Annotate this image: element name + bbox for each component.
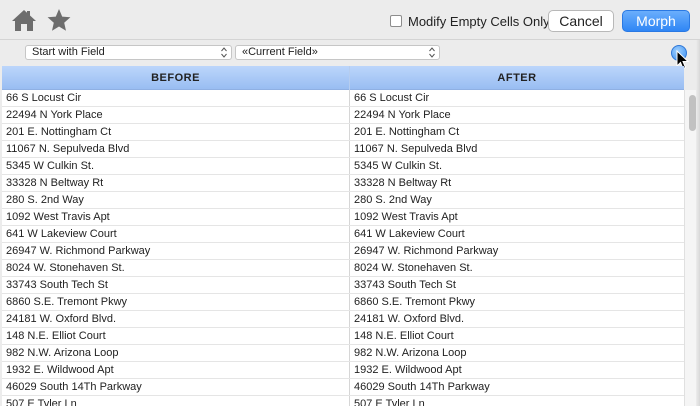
table-row[interactable]: 5345 W Culkin St. 5345 W Culkin St. [2,158,684,175]
target-field-select[interactable]: «Current Field» [235,45,440,60]
modify-empty-cells-checkbox[interactable]: Modify Empty Cells Only [390,13,550,29]
source-field-select[interactable]: Start with Field [25,45,232,60]
after-cell: 8024 W. Stonehaven St. [354,262,473,274]
after-cell: 22494 N York Place [354,109,451,121]
table-row[interactable]: 507 E Tyler Ln 507 E Tyler Ln [2,396,684,406]
before-cell: 280 S. 2nd Way [2,192,350,208]
target-field-value: «Current Field» [242,46,318,58]
before-cell: 201 E. Nottingham Ct [2,124,350,140]
field-selector-bar: Start with Field «Current Field» [0,40,700,64]
before-cell: 33743 South Tech St [2,277,350,293]
table-header: BEFORE AFTER [2,66,684,90]
after-cell: 33743 South Tech St [354,279,456,291]
after-cell: 6860 S.E. Tremont Pkwy [354,296,476,308]
table-row[interactable]: 11067 N. Sepulveda Blvd 11067 N. Sepulved… [2,141,684,158]
checkbox-label: Modify Empty Cells Only [408,13,550,29]
after-cell: 982 N.W. Arizona Loop [354,347,467,359]
table-row[interactable]: 641 W Lakeview Court 641 W Lakeview Court [2,226,684,243]
after-cell: 66 S Locust Cir [354,92,430,104]
before-cell: 46029 South 14Th Parkway [2,379,350,395]
after-cell: 33328 N Beltway Rt [354,177,452,189]
before-cell: 641 W Lakeview Court [2,226,350,242]
before-cell: 6860 S.E. Tremont Pkwy [2,294,350,310]
table-row[interactable]: 1932 E. Wildwood Apt 1932 E. Wildwood Apt [2,362,684,379]
morph-button[interactable]: Morph [622,10,690,32]
before-cell: 33328 N Beltway Rt [2,175,350,191]
table-row[interactable]: 280 S. 2nd Way 280 S. 2nd Way [2,192,684,209]
before-cell: 5345 W Culkin St. [2,158,350,174]
header-after[interactable]: AFTER [350,66,684,90]
checkbox-box[interactable] [390,15,402,27]
table-row[interactable]: 24181 W. Oxford Blvd. 24181 W. Oxford Blv… [2,311,684,328]
source-field-value: Start with Field [32,46,105,58]
table-row[interactable]: 33743 South Tech St 33743 South Tech St [2,277,684,294]
star-icon[interactable] [46,8,72,32]
home-icon[interactable] [11,8,37,32]
table-row[interactable]: 33328 N Beltway Rt 33328 N Beltway Rt [2,175,684,192]
toolbar: Modify Empty Cells Only Cancel Morph [0,0,700,40]
table-row[interactable]: 6860 S.E. Tremont Pkwy 6860 S.E. Tremont … [2,294,684,311]
table-row[interactable]: 66 S Locust Cir 66 S Locust Cir [2,90,684,107]
table-rows: 66 S Locust Cir 66 S Locust Cir 22494 N Y… [2,90,684,406]
after-cell: 46029 South 14Th Parkway [354,381,490,393]
before-cell: 982 N.W. Arizona Loop [2,345,350,361]
before-cell: 148 N.E. Elliot Court [2,328,350,344]
table-row[interactable]: 982 N.W. Arizona Loop 982 N.W. Arizona Lo… [2,345,684,362]
before-cell: 1932 E. Wildwood Apt [2,362,350,378]
before-cell: 8024 W. Stonehaven St. [2,260,350,276]
after-cell: 24181 W. Oxford Blvd. [354,313,465,325]
after-cell: 641 W Lakeview Court [354,228,465,240]
morph-preview-table: BEFORE AFTER 66 S Locust Cir 66 S Locust … [2,66,684,406]
before-cell: 507 E Tyler Ln [2,396,350,406]
table-row[interactable]: 1092 West Travis Apt 1092 West Travis Apt [2,209,684,226]
before-cell: 1092 West Travis Apt [2,209,350,225]
before-cell: 66 S Locust Cir [2,90,350,106]
after-cell: 1092 West Travis Apt [354,211,458,223]
chevron-updown-icon [221,47,227,58]
before-cell: 22494 N York Place [2,107,350,123]
after-cell: 201 E. Nottingham Ct [354,126,460,138]
after-cell: 5345 W Culkin St. [354,160,443,172]
after-cell: 148 N.E. Elliot Court [354,330,454,342]
window-edge [696,40,700,406]
table-row[interactable]: 22494 N York Place 22494 N York Place [2,107,684,124]
before-cell: 26947 W. Richmond Parkway [2,243,350,259]
after-cell: 280 S. 2nd Way [354,194,432,206]
header-before[interactable]: BEFORE [2,66,350,90]
table-row[interactable]: 46029 South 14Th Parkway 46029 South 14Th… [2,379,684,396]
after-cell: 507 E Tyler Ln [354,398,425,406]
before-cell: 11067 N. Sepulveda Blvd [2,141,350,157]
scrollbar-thumb[interactable] [689,95,696,131]
after-cell: 26947 W. Richmond Parkway [354,245,499,257]
table-row[interactable]: 201 E. Nottingham Ct 201 E. Nottingham Ct [2,124,684,141]
table-row[interactable]: 26947 W. Richmond Parkway 26947 W. Richmo… [2,243,684,260]
table-row[interactable]: 8024 W. Stonehaven St. 8024 W. Stonehaven… [2,260,684,277]
table-row[interactable]: 148 N.E. Elliot Court 148 N.E. Elliot Cou… [2,328,684,345]
after-cell: 1932 E. Wildwood Apt [354,364,462,376]
chevron-updown-icon [429,47,435,58]
after-cell: 11067 N. Sepulveda Blvd [354,143,478,155]
before-cell: 24181 W. Oxford Blvd. [2,311,350,327]
cancel-button[interactable]: Cancel [548,10,614,32]
